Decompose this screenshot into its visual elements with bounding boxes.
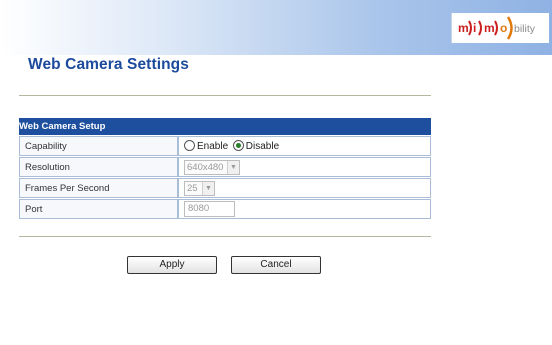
logo-letter-m2: m <box>484 21 495 35</box>
port-label: Port <box>19 199 178 219</box>
chevron-down-icon: ▼ <box>202 181 214 195</box>
logo-suffix: bility <box>514 23 536 35</box>
row-fps: Frames Per Second 25 ▼ <box>19 178 431 198</box>
row-capability: Capability Enable Disable <box>19 136 431 156</box>
apply-button[interactable]: Apply <box>127 256 217 274</box>
logo-letter-o: o <box>500 21 507 35</box>
page-title: Web Camera Settings <box>28 56 189 73</box>
setup-table-header: Web Camera Setup <box>19 118 431 135</box>
port-value: 8080 <box>178 199 431 219</box>
disable-radio[interactable] <box>232 140 244 151</box>
header-banner: m i m o bility <box>0 0 552 55</box>
fps-label: Frames Per Second <box>19 178 178 198</box>
row-port: Port 8080 <box>19 199 431 219</box>
resolution-label: Resolution <box>19 157 178 177</box>
port-input[interactable]: 8080 <box>184 201 235 217</box>
web-camera-setup-table: Web Camera Setup Capability Enable Disab… <box>19 117 431 220</box>
divider-bottom <box>19 236 431 237</box>
divider-top <box>19 95 431 96</box>
capability-label: Capability <box>19 136 178 156</box>
resolution-value: 640x480 ▼ <box>178 157 431 177</box>
capability-value: Enable Disable <box>178 136 431 156</box>
enable-label[interactable]: Enable <box>197 141 228 152</box>
disable-label[interactable]: Disable <box>246 141 279 152</box>
resolution-select[interactable]: 640x480 ▼ <box>184 159 240 175</box>
logo-letter-m1: m <box>458 21 469 35</box>
logo-letter-i: i <box>473 21 476 35</box>
row-resolution: Resolution 640x480 ▼ <box>19 157 431 177</box>
resolution-selected-value: 640x480 <box>187 161 224 173</box>
chevron-down-icon: ▼ <box>227 160 239 174</box>
enable-radio[interactable] <box>184 140 195 151</box>
fps-select[interactable]: 25 ▼ <box>184 180 215 196</box>
cancel-button[interactable]: Cancel <box>231 256 321 274</box>
fps-selected-value: 25 <box>187 182 198 194</box>
brand-logo: m i m o bility <box>451 13 549 43</box>
fps-value: 25 ▼ <box>178 178 431 198</box>
